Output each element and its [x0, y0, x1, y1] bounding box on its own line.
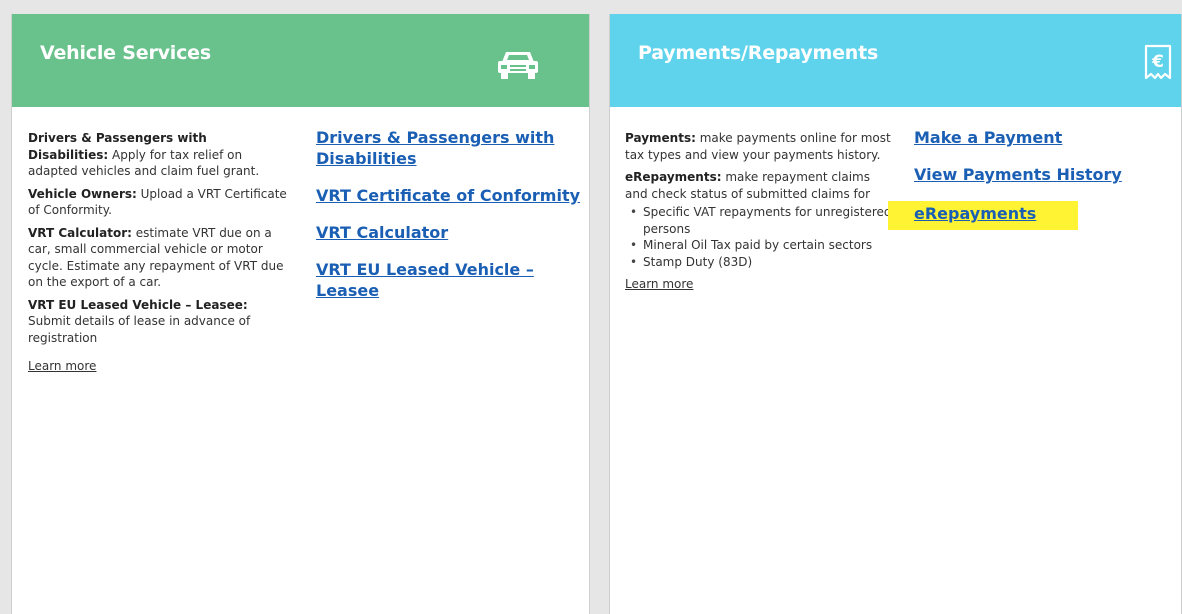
description-item: Drivers & Passengers with Disabilities: …	[28, 130, 290, 180]
description-heading: VRT EU Leased Vehicle – Leasee:	[28, 297, 248, 312]
description-item: eRepayments: make repayment claims and c…	[625, 169, 893, 202]
description-heading: eRepayments:	[625, 170, 722, 184]
vehicle-services-links: Drivers & Passengers with Disabilities V…	[316, 127, 586, 317]
payments-repayments-header: Payments/Repayments €	[610, 14, 1181, 107]
vrt-calculator-link[interactable]: VRT Calculator	[316, 222, 586, 243]
description-item: Vehicle Owners: Upload a VRT Certificate…	[28, 186, 290, 219]
bullet-item: Mineral Oil Tax paid by certain sectors	[630, 237, 893, 254]
drivers-passengers-disabilities-link[interactable]: Drivers & Passengers with Disabilities	[316, 127, 586, 169]
description-heading: Vehicle Owners:	[28, 186, 137, 201]
car-icon	[498, 52, 538, 79]
vrt-eu-leased-vehicle-link[interactable]: VRT EU Leased Vehicle – Leasee	[316, 259, 586, 301]
payments-repayments-title: Payments/Repayments	[638, 42, 879, 64]
vehicle-services-title: Vehicle Services	[40, 42, 211, 64]
erepayments-highlight: eRepayments	[888, 201, 1079, 230]
payments-repayments-descriptions: Payments: make payments online for most …	[625, 130, 893, 293]
description-item: VRT EU Leased Vehicle – Leasee: Submit d…	[28, 297, 290, 347]
vehicle-learn-more-link[interactable]: Learn more	[28, 358, 96, 375]
euro-receipt-icon: €	[1144, 44, 1172, 80]
description-item: Payments: make payments online for most …	[625, 130, 893, 163]
svg-text:€: €	[1151, 52, 1164, 72]
vehicle-services-header: Vehicle Services	[12, 14, 589, 107]
description-text: Submit details of lease in advance of re…	[28, 314, 251, 345]
description-heading: VRT Calculator:	[28, 225, 132, 240]
vehicle-services-descriptions: Drivers & Passengers with Disabilities: …	[28, 130, 290, 375]
description-heading: Payments:	[625, 131, 696, 145]
vehicle-services-card: Vehicle Services Drivers & Passengers wi…	[11, 14, 590, 614]
description-item: VRT Calculator: estimate VRT due on a ca…	[28, 225, 290, 291]
payments-learn-more-link[interactable]: Learn more	[625, 276, 693, 293]
bullet-item: Stamp Duty (83D)	[630, 254, 893, 271]
bullet-item: Specific VAT repayments for unregistered…	[630, 204, 893, 237]
payments-repayments-links: Make a Payment View Payments History eRe…	[888, 127, 1180, 230]
view-payments-history-link[interactable]: View Payments History	[914, 164, 1180, 185]
make-a-payment-link[interactable]: Make a Payment	[914, 127, 1180, 148]
payments-repayments-card: Payments/Repayments € Payments: make pay…	[609, 14, 1182, 614]
vrt-certificate-conformity-link[interactable]: VRT Certificate of Conformity	[316, 185, 586, 206]
erepayments-bullet-list: Specific VAT repayments for unregistered…	[625, 204, 893, 270]
erepayments-link[interactable]: eRepayments	[914, 203, 1036, 224]
